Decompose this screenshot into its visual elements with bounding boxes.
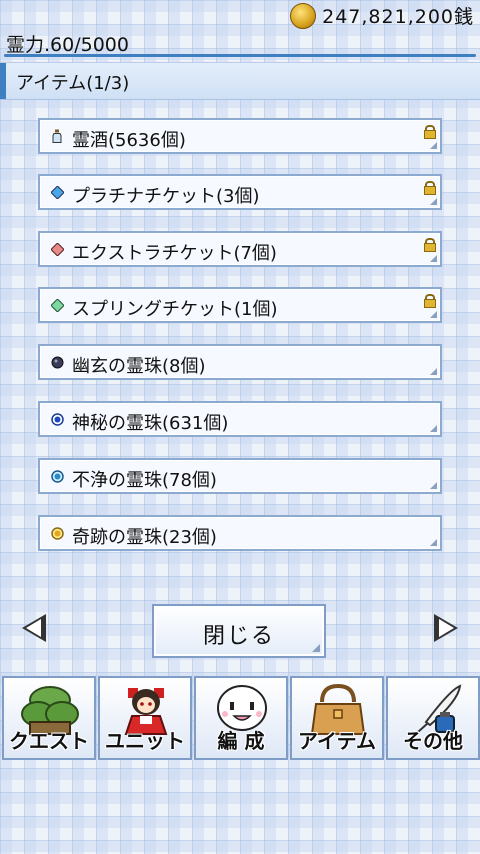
close-button[interactable]: 閉じる: [152, 604, 326, 658]
blue-ticket-icon: [51, 186, 64, 199]
bottom-tab-bar: クエスト ユニット 編 成 アイテム その他: [0, 676, 480, 760]
prev-page-arrow-icon[interactable]: [22, 614, 46, 642]
item-row-platinum-ticket[interactable]: プラチナチケット(3個): [38, 174, 442, 210]
item-row-reishu[interactable]: 霊酒(5636個): [38, 118, 442, 154]
next-page-arrow-icon[interactable]: [434, 614, 458, 642]
blue-orb-icon: [51, 413, 64, 426]
section-title: アイテム(1/3): [16, 73, 130, 94]
item-label: エクストラチケット(7個): [72, 243, 277, 264]
bottom-blank-area: [0, 760, 480, 854]
item-label: 奇跡の霊珠(23個): [72, 527, 217, 548]
money-value: 247,821,200銭: [322, 6, 474, 28]
lock-icon: [424, 238, 436, 252]
item-row-kiseki-orb[interactable]: 奇跡の霊珠(23個): [38, 515, 442, 551]
item-row-shinpi-orb[interactable]: 神秘の霊珠(631個): [38, 401, 442, 437]
tab-label: その他: [403, 729, 463, 753]
item-label: 不浄の霊珠(78個): [72, 470, 217, 491]
tab-label: クエスト: [9, 729, 89, 753]
tab-unit[interactable]: ユニット: [98, 676, 192, 760]
tab-label: ユニット: [105, 729, 185, 753]
item-row-spring-ticket[interactable]: スプリングチケット(1個): [38, 287, 442, 323]
item-label: スプリングチケット(1個): [72, 299, 278, 320]
item-row-fujou-orb[interactable]: 不浄の霊珠(78個): [38, 458, 442, 494]
item-label: 霊酒(5636個): [72, 130, 186, 151]
sake-bottle-icon: [52, 129, 62, 143]
spirit-power: 霊力.60/5000: [6, 34, 129, 56]
tab-label: アイテム: [298, 729, 376, 753]
red-ticket-icon: [51, 243, 64, 256]
section-accent: [0, 63, 6, 99]
item-label: プラチナチケット(3個): [72, 186, 260, 207]
lock-icon: [424, 181, 436, 195]
tab-item[interactable]: アイテム: [290, 676, 384, 760]
item-row-yugen-orb[interactable]: 幽玄の霊珠(8個): [38, 344, 442, 380]
green-ticket-icon: [51, 299, 64, 312]
tab-formation[interactable]: 編 成: [194, 676, 288, 760]
tab-quest[interactable]: クエスト: [2, 676, 96, 760]
top-status-bar: 247,821,200銭: [0, 0, 480, 30]
gold-orb-icon: [51, 527, 64, 540]
section-header: アイテム(1/3): [0, 62, 480, 100]
tab-other[interactable]: その他: [386, 676, 480, 760]
item-label: 幽玄の霊珠(8個): [72, 356, 206, 377]
item-label: 神秘の霊珠(631個): [72, 413, 229, 434]
coin-icon: [290, 2, 317, 29]
lock-icon: [424, 294, 436, 308]
dark-orb-icon: [51, 356, 64, 369]
lock-icon: [424, 125, 436, 139]
close-button-label: 閉じる: [202, 624, 275, 649]
divider: [4, 54, 476, 57]
money-display: 247,821,200銭: [290, 2, 474, 29]
tab-label: 編 成: [217, 729, 265, 753]
cyan-orb-icon: [51, 470, 64, 483]
item-row-extra-ticket[interactable]: エクストラチケット(7個): [38, 231, 442, 267]
